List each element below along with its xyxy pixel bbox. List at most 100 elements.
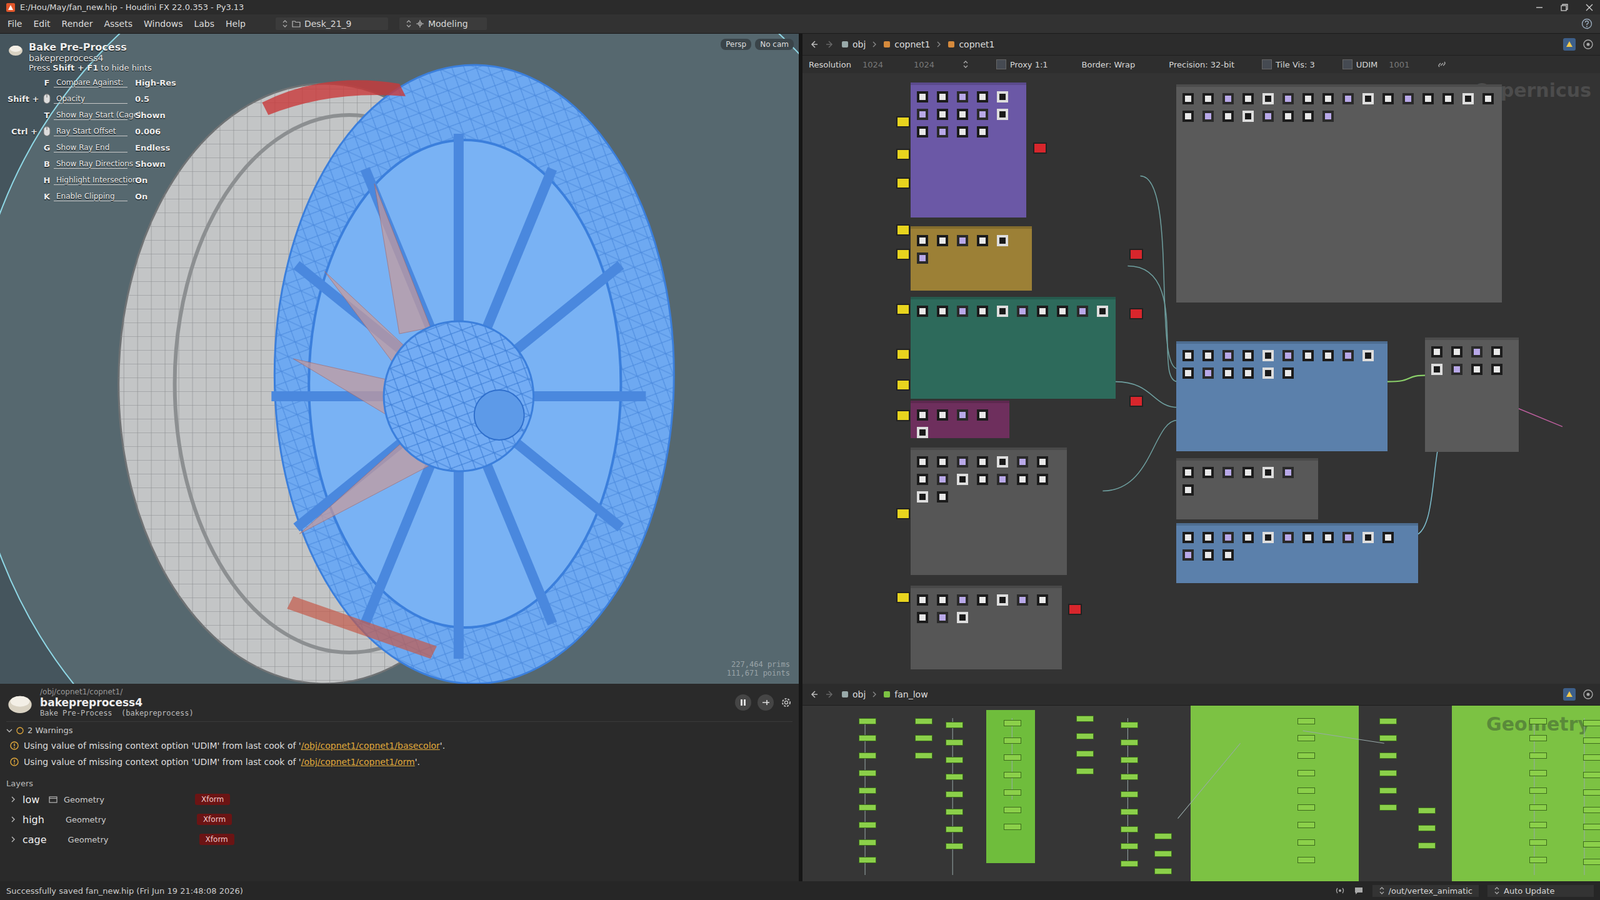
cop-node[interactable] (1362, 350, 1374, 362)
cop-node[interactable] (1242, 367, 1254, 379)
network-box[interactable] (910, 82, 1027, 218)
cop-node[interactable] (1302, 350, 1314, 362)
sop-node[interactable] (1529, 821, 1547, 829)
cop-node[interactable] (1222, 93, 1234, 105)
sop-node[interactable] (1297, 821, 1315, 829)
sop-node[interactable] (1120, 826, 1139, 833)
cop-node[interactable] (916, 108, 929, 120)
cop-node[interactable] (996, 456, 1009, 468)
sop-node[interactable] (858, 718, 877, 725)
hint-row[interactable]: GShow Ray EndEndless (7, 141, 177, 154)
cop-node[interactable] (1262, 531, 1274, 544)
sop-node[interactable] (1076, 733, 1094, 740)
tile-vis-toggle[interactable]: Tile Vis: 3 (1261, 59, 1315, 70)
cop-node[interactable] (1451, 363, 1463, 375)
sop-node[interactable] (1120, 808, 1139, 815)
hint-row[interactable]: TShow Ray Start (Cage)Shown (7, 108, 177, 122)
cop-node[interactable] (1096, 305, 1109, 317)
network-box[interactable] (1176, 84, 1502, 303)
resolution-x-field[interactable]: 1024 (860, 59, 903, 70)
sop-node[interactable] (1583, 823, 1600, 830)
cop-node[interactable] (956, 126, 969, 138)
sop-node[interactable] (1120, 843, 1139, 850)
hint-row[interactable]: Ctrl +Ray Start Offset0.006 (7, 125, 177, 138)
sop-node[interactable] (1154, 868, 1172, 875)
scene-viewport[interactable]: Bake Pre-Processbakepreprocess4Press Shi… (0, 33, 799, 684)
sop-node[interactable] (1379, 804, 1397, 811)
cop-node[interactable] (896, 148, 910, 160)
forward-icon[interactable] (825, 39, 835, 50)
menu-item[interactable]: Labs (193, 18, 215, 29)
hint-row[interactable]: HHighlight IntersectionsOn (7, 173, 177, 187)
node-link[interactable]: /obj/copnet1/copnet1/basecolor (301, 740, 440, 751)
context-dropdown[interactable]: Modeling (399, 17, 487, 30)
cop-node[interactable] (1056, 305, 1069, 317)
path-crumb[interactable]: copnet1 (947, 39, 995, 50)
close-icon[interactable] (1585, 3, 1594, 12)
network-box[interactable] (1176, 341, 1388, 452)
layer-row[interactable]: highGeometryXform (6, 809, 793, 830)
cop-node[interactable] (1068, 603, 1082, 615)
cop-node[interactable] (936, 108, 949, 120)
sop-node[interactable] (1583, 858, 1600, 865)
signal-icon[interactable] (1335, 885, 1345, 896)
sop-node[interactable] (1529, 770, 1547, 777)
cop-node[interactable] (1033, 142, 1047, 154)
cop-node[interactable] (1182, 466, 1194, 479)
pin-button[interactable] (757, 694, 774, 711)
sop-node[interactable] (1583, 789, 1600, 796)
cop-node[interactable] (1202, 466, 1214, 479)
sop-node[interactable] (945, 791, 964, 798)
sop-node[interactable] (1529, 839, 1547, 846)
cop-node[interactable] (996, 108, 1009, 120)
network-box[interactable] (1425, 337, 1519, 452)
sop-node[interactable] (1529, 718, 1547, 725)
cop-node[interactable] (976, 108, 989, 120)
menu-item[interactable]: Render (61, 18, 94, 29)
cop-node[interactable] (1282, 466, 1294, 479)
network-box[interactable] (1176, 523, 1419, 584)
cop-node[interactable] (1491, 346, 1503, 358)
cop-node[interactable] (1202, 350, 1214, 362)
minimize-icon[interactable] (1535, 3, 1544, 12)
cop-node[interactable] (956, 108, 969, 120)
sop-node[interactable] (1076, 750, 1094, 757)
sop-node[interactable] (1529, 856, 1547, 864)
cop-node[interactable] (1242, 93, 1254, 105)
sop-node[interactable] (858, 770, 877, 777)
help-icon[interactable] (1581, 18, 1593, 30)
cop-node[interactable] (956, 235, 969, 247)
cop-node[interactable] (956, 409, 969, 421)
sop-node[interactable] (1297, 787, 1315, 794)
pause-button[interactable] (735, 694, 752, 711)
sop-node[interactable] (1154, 850, 1172, 857)
cop-node[interactable] (1182, 350, 1194, 362)
sop-node[interactable] (1003, 771, 1022, 779)
cop-node[interactable] (1222, 110, 1234, 122)
sop-node[interactable] (1120, 721, 1139, 729)
cop-node[interactable] (916, 305, 929, 317)
cop-node[interactable] (896, 379, 910, 391)
network-box[interactable] (910, 447, 1067, 575)
cop-node[interactable] (1202, 110, 1214, 122)
cop-node[interactable] (1036, 594, 1049, 606)
cop-node[interactable] (1202, 549, 1214, 561)
cop-node[interactable] (1342, 93, 1354, 105)
cop-node[interactable] (916, 91, 929, 103)
cop-node[interactable] (1322, 350, 1334, 362)
cop-node[interactable] (896, 248, 910, 260)
update-mode-menu[interactable]: Auto Update (1487, 885, 1594, 897)
sop-node[interactable] (945, 843, 964, 850)
cop-node[interactable] (956, 611, 969, 624)
cop-node[interactable] (996, 594, 1009, 606)
cop-node[interactable] (1382, 531, 1394, 544)
sop-node[interactable] (1120, 739, 1139, 746)
cop-node[interactable] (896, 348, 910, 360)
cop-node[interactable] (936, 594, 949, 606)
hint-row[interactable]: Shift +Opacity0.5 (7, 92, 177, 105)
sop-node[interactable] (945, 756, 964, 764)
cop-node[interactable] (1016, 456, 1029, 468)
network-box[interactable] (910, 226, 1032, 291)
cop-node[interactable] (1262, 466, 1274, 479)
cop-node[interactable] (956, 305, 969, 317)
